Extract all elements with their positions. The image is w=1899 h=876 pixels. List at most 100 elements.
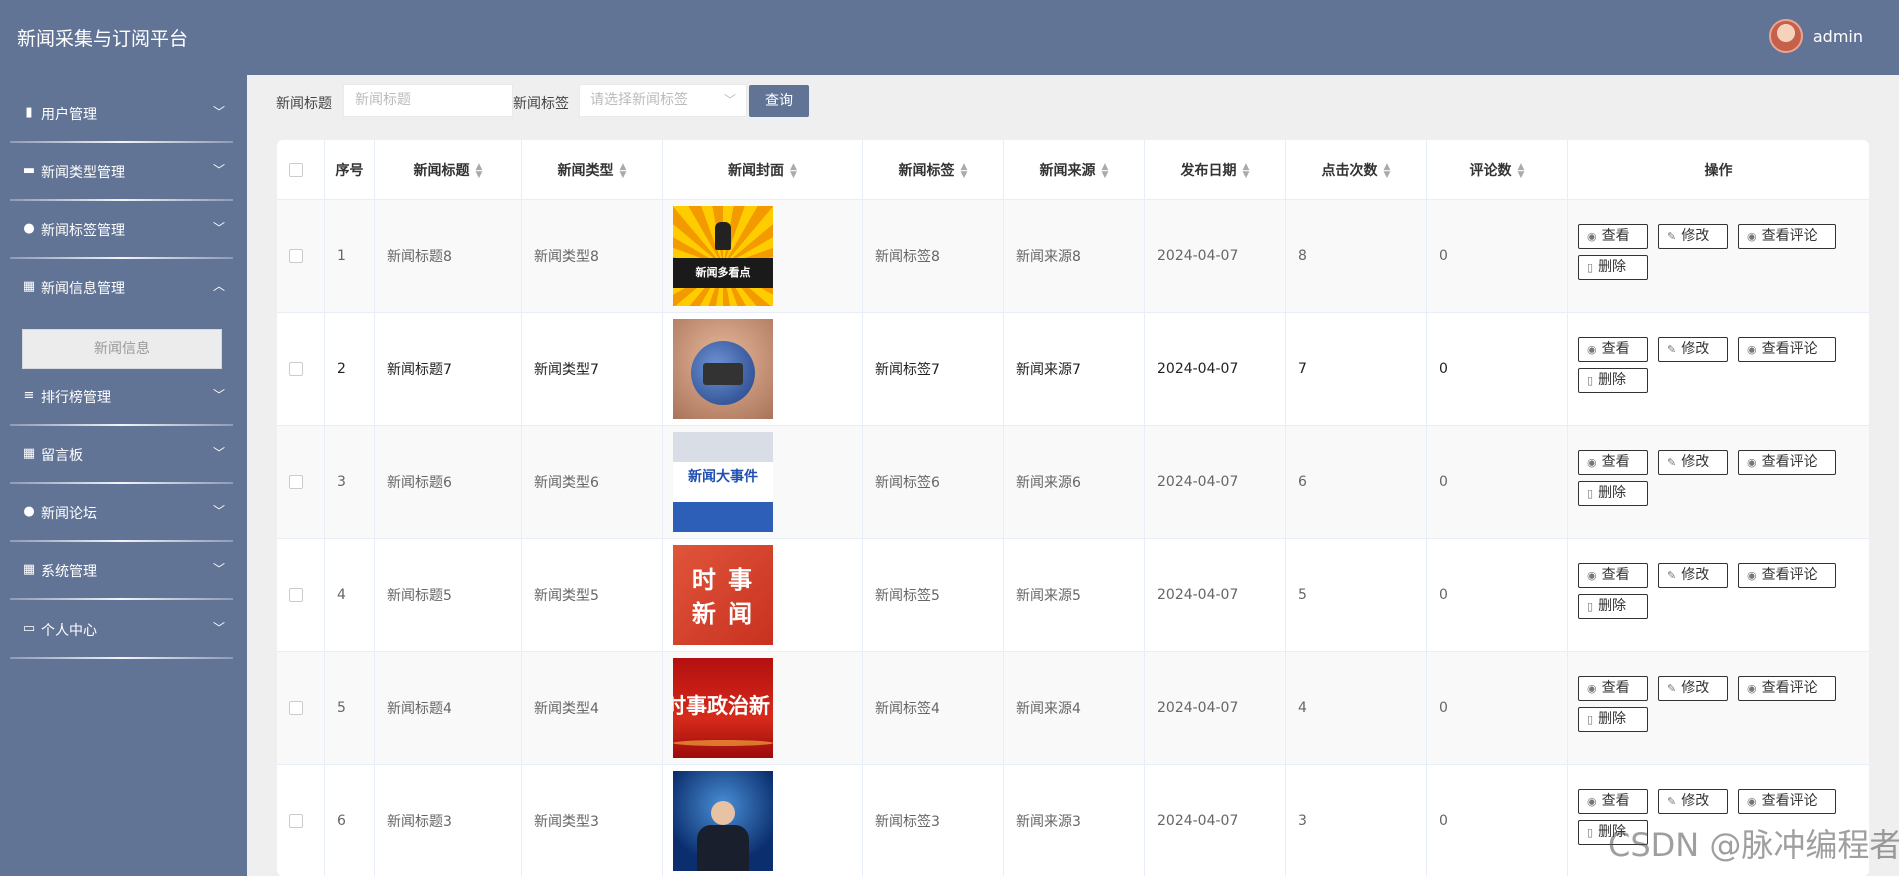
cell-date: 2024-04-07 xyxy=(1145,313,1286,425)
row-checkbox[interactable] xyxy=(289,701,303,715)
view-comments-button[interactable]: ◉ 查看评论 xyxy=(1738,224,1836,249)
news-cover-image: 时事政治新 xyxy=(673,658,773,758)
cover-text: 时 事 新 闻 xyxy=(691,566,755,628)
view-button[interactable]: ◉ 查看 xyxy=(1578,789,1648,814)
sidebar-item-system[interactable]: ▦ 系统管理 ﹀ xyxy=(0,542,247,600)
sort-icon[interactable]: ▲ ▼ xyxy=(1384,162,1391,179)
username[interactable]: admin xyxy=(1813,27,1863,46)
sidebar-item-news-info[interactable]: ▦ 新闻信息管理 ︿ xyxy=(0,259,247,317)
edit-button[interactable]: ✎ 修改 xyxy=(1658,337,1728,362)
cell-title: 新闻标题7 xyxy=(375,313,522,425)
sort-icon[interactable]: ▲ ▼ xyxy=(1518,162,1525,179)
cell-source: 新闻来源7 xyxy=(1004,313,1145,425)
row-checkbox[interactable] xyxy=(289,475,303,489)
tag-select-placeholder: 请选择新闻标签 xyxy=(590,92,688,108)
edit-button[interactable]: ✎ 修改 xyxy=(1658,224,1728,249)
table-row: 5 新闻标题4 新闻类型4 时事政治新 新闻标签4 新闻来源4 2024-04-… xyxy=(277,652,1869,765)
sidebar-item-profile[interactable]: ▭ 个人中心 ﹀ xyxy=(0,601,247,659)
trash-icon: ▯ xyxy=(1587,600,1594,613)
sort-icon[interactable]: ▲ ▼ xyxy=(620,162,627,179)
row-checkbox[interactable] xyxy=(289,588,303,602)
pencil-icon: ✎ xyxy=(1667,795,1677,808)
view-comments-button[interactable]: ◉ 查看评论 xyxy=(1738,676,1836,701)
col-comments[interactable]: 评论数 ▲ ▼ xyxy=(1427,140,1568,199)
query-button[interactable]: 查询 xyxy=(749,85,809,117)
view-comments-button[interactable]: ◉ 查看评论 xyxy=(1738,450,1836,475)
col-date[interactable]: 发布日期 ▲ ▼ xyxy=(1145,140,1286,199)
cell-index: 6 xyxy=(325,765,375,876)
sidebar-item-ranking[interactable]: ≡ 排行榜管理 ﹀ xyxy=(0,368,247,426)
col-comments-label: 评论数 xyxy=(1469,162,1512,179)
cell-source: 新闻来源5 xyxy=(1004,539,1145,651)
cell-clicks: 4 xyxy=(1286,652,1427,764)
sidebar-item-news-tag[interactable]: ● 新闻标签管理 ﹀ xyxy=(0,201,247,259)
view-button[interactable]: ◉ 查看 xyxy=(1578,450,1648,475)
col-type[interactable]: 新闻类型 ▲ ▼ xyxy=(522,140,663,199)
view-comments-button[interactable]: ◉ 查看评论 xyxy=(1738,789,1836,814)
chevron-down-icon: ﹀ xyxy=(212,562,225,576)
user-menu[interactable]: admin xyxy=(1768,19,1863,53)
delete-button[interactable]: ▯ 删除 xyxy=(1578,255,1648,280)
row-checkbox-cell xyxy=(277,200,325,312)
sidebar-item-user-management[interactable]: ▮ 用户管理 ﹀ xyxy=(0,85,247,143)
delete-button[interactable]: ▯ 删除 xyxy=(1578,594,1648,619)
view-button[interactable]: ◉ 查看 xyxy=(1578,676,1648,701)
edit-button[interactable]: ✎ 修改 xyxy=(1658,563,1728,588)
eye-icon: ◉ xyxy=(1587,343,1597,356)
cell-clicks: 6 xyxy=(1286,426,1427,538)
edit-button[interactable]: ✎ 修改 xyxy=(1658,789,1728,814)
row-checkbox[interactable] xyxy=(289,814,303,828)
sidebar-item-label: 新闻类型管理 xyxy=(41,165,125,181)
grid-icon: ▦ xyxy=(22,279,36,294)
pencil-icon: ✎ xyxy=(1667,569,1677,582)
cell-date: 2024-04-07 xyxy=(1145,539,1286,651)
sidebar-item-news-type[interactable]: ▬ 新闻类型管理 ﹀ xyxy=(0,143,247,201)
user-icon: ● xyxy=(23,221,35,236)
monitor-icon: ▬ xyxy=(22,163,36,178)
row-checkbox-cell xyxy=(277,765,325,876)
news-cover-image: 时 事 新 闻 xyxy=(673,545,773,645)
sidebar-item-label: 用户管理 xyxy=(41,107,97,123)
cell-source: 新闻来源4 xyxy=(1004,652,1145,764)
col-source[interactable]: 新闻来源 ▲ ▼ xyxy=(1004,140,1145,199)
cell-type: 新闻类型8 xyxy=(522,200,663,312)
cell-comments: 0 xyxy=(1427,200,1568,312)
submenu-news-info[interactable]: 新闻信息 xyxy=(22,329,222,369)
delete-button[interactable]: ▯ 删除 xyxy=(1578,707,1648,732)
delete-button[interactable]: ▯ 删除 xyxy=(1578,368,1648,393)
sort-icon[interactable]: ▲ ▼ xyxy=(1102,162,1109,179)
sidebar-item-forum[interactable]: ● 新闻论坛 ﹀ xyxy=(0,484,247,542)
view-button[interactable]: ◉ 查看 xyxy=(1578,337,1648,362)
col-tag[interactable]: 新闻标签 ▲ ▼ xyxy=(863,140,1004,199)
col-title[interactable]: 新闻标题 ▲ ▼ xyxy=(375,140,522,199)
view-button[interactable]: ◉ 查看 xyxy=(1578,224,1648,249)
title-search-input[interactable]: 新闻标题 xyxy=(343,84,513,117)
avatar[interactable] xyxy=(1768,19,1803,53)
col-clicks[interactable]: 点击次数 ▲ ▼ xyxy=(1286,140,1427,199)
cell-clicks: 3 xyxy=(1286,765,1427,876)
cell-clicks: 8 xyxy=(1286,200,1427,312)
sort-icon[interactable]: ▲ ▼ xyxy=(476,162,483,179)
sort-icon[interactable]: ▲ ▼ xyxy=(1243,162,1250,179)
view-comments-button[interactable]: ◉ 查看评论 xyxy=(1738,563,1836,588)
col-cover[interactable]: 新闻封面 ▲ ▼ xyxy=(663,140,863,199)
cell-actions: ◉ 查看 ✎ 修改 ◉ 查看评论 ▯ 删除 xyxy=(1568,313,1869,425)
select-all-cell xyxy=(277,140,325,199)
cell-cover xyxy=(663,765,863,876)
cell-title: 新闻标题6 xyxy=(375,426,522,538)
sort-icon[interactable]: ▲ ▼ xyxy=(961,162,968,179)
row-checkbox[interactable] xyxy=(289,362,303,376)
eye-icon: ◉ xyxy=(1587,230,1597,243)
edit-button[interactable]: ✎ 修改 xyxy=(1658,676,1728,701)
sidebar-item-label: 新闻信息管理 xyxy=(41,281,125,297)
tag-select[interactable]: 请选择新闻标签 ﹀ xyxy=(579,84,747,117)
view-comments-button[interactable]: ◉ 查看评论 xyxy=(1738,337,1836,362)
sort-icon[interactable]: ▲ ▼ xyxy=(790,162,797,179)
news-cover-image: 新闻多看点 xyxy=(673,206,773,306)
row-checkbox[interactable] xyxy=(289,249,303,263)
delete-button[interactable]: ▯ 删除 xyxy=(1578,481,1648,506)
view-button[interactable]: ◉ 查看 xyxy=(1578,563,1648,588)
edit-button[interactable]: ✎ 修改 xyxy=(1658,450,1728,475)
select-all-checkbox[interactable] xyxy=(289,162,303,177)
sidebar-item-message-board[interactable]: ▦ 留言板 ﹀ xyxy=(0,426,247,484)
